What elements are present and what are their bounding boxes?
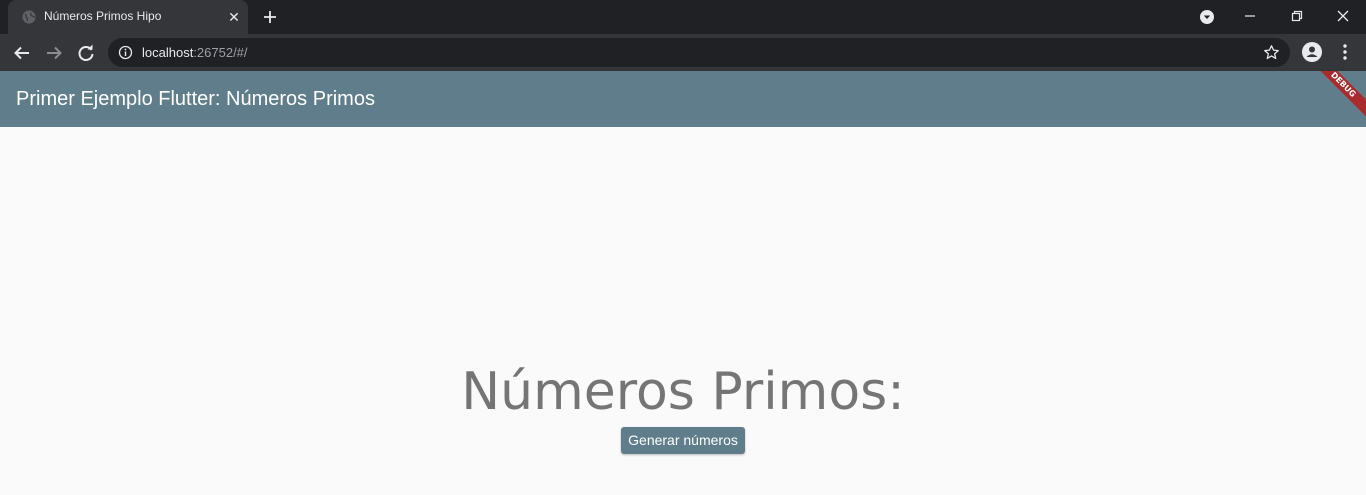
close-icon[interactable]: [1331, 4, 1355, 28]
arrow-left-icon[interactable]: [10, 41, 34, 65]
debug-banner: DEBUG: [1303, 71, 1366, 125]
app-bar-title: Primer Ejemplo Flutter: Números Primos: [16, 88, 375, 110]
app-bar: Primer Ejemplo Flutter: Números Primos D…: [0, 71, 1366, 127]
primes-heading: Números Primos:: [461, 362, 905, 422]
url-text: localhost:26752/#/: [142, 45, 248, 60]
browser-tab-strip: Números Primos Hipo ✕: [0, 0, 1366, 34]
browser-tab[interactable]: Números Primos Hipo ✕: [8, 0, 248, 34]
restore-icon[interactable]: [1285, 4, 1309, 28]
reload-icon[interactable]: [74, 41, 98, 65]
app-body: Números Primos: Generar números: [0, 127, 1366, 495]
tab-search-chevron-down-icon[interactable]: [1195, 4, 1219, 28]
address-bar[interactable]: localhost:26752/#/: [108, 38, 1290, 67]
tab-close-icon[interactable]: ✕: [226, 9, 242, 25]
tab-title: Números Primos Hipo: [44, 9, 162, 23]
info-icon[interactable]: [118, 45, 133, 60]
minimize-icon[interactable]: [1238, 4, 1262, 28]
star-icon[interactable]: [1262, 43, 1281, 62]
browser-toolbar: localhost:26752/#/: [0, 34, 1366, 71]
globe-icon: [22, 10, 36, 24]
arrow-right-icon[interactable]: [42, 41, 66, 65]
account-icon[interactable]: [1301, 41, 1323, 63]
url-path: :26752/#/: [193, 45, 248, 60]
url-host: localhost: [142, 45, 194, 60]
more-vert-icon[interactable]: [1334, 41, 1356, 63]
new-tab-plus-icon[interactable]: [260, 7, 280, 27]
generate-numbers-button[interactable]: Generar números: [621, 427, 745, 454]
